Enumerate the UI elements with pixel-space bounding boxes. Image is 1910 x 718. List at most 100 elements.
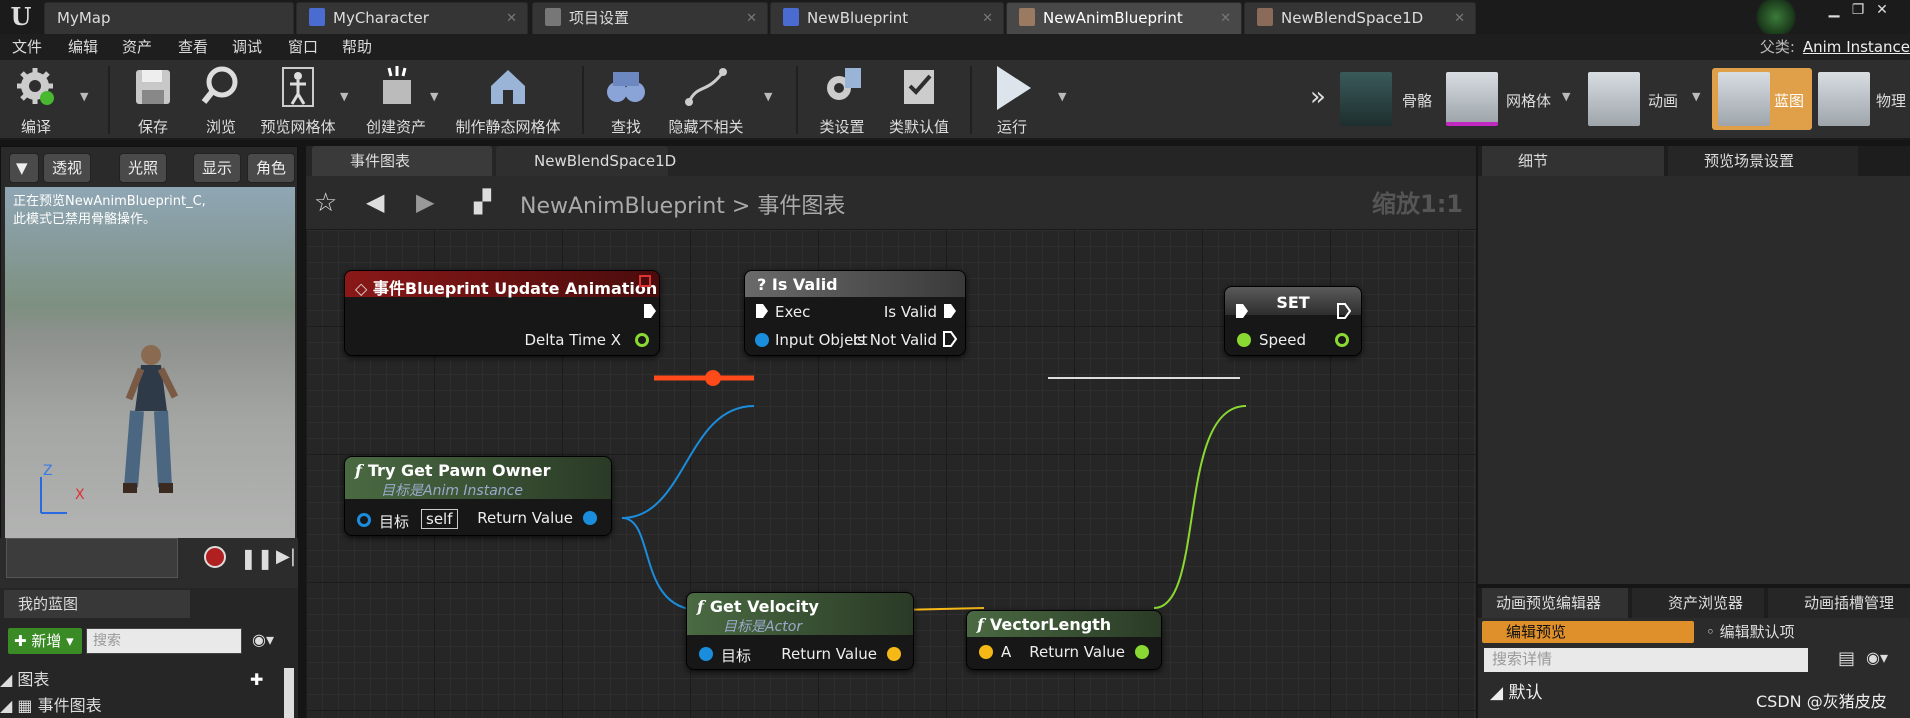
velocity-target-pin-icon[interactable]	[699, 647, 713, 661]
add-graph-icon[interactable]: ✚	[250, 668, 263, 692]
close-icon[interactable]: ✕	[1220, 3, 1231, 34]
doc-tab-project-settings[interactable]: 项目设置 ✕	[532, 2, 768, 34]
hide-unrelated-button[interactable]: 隐藏不相关	[664, 64, 748, 138]
doc-tab-newblueprint[interactable]: NewBlueprint ✕	[770, 2, 1004, 34]
close-icon[interactable]: ✕	[746, 3, 757, 34]
node-try-get-pawn-owner[interactable]: f Try Get Pawn Owner 目标是Anim Instance 目标 …	[344, 456, 612, 536]
back-arrow-icon[interactable]: ◀	[366, 188, 384, 216]
add-new-button[interactable]: ✚ 新增 ▾	[8, 628, 82, 654]
pause-icon[interactable]: ❚❚	[240, 546, 274, 570]
menu-file[interactable]: 文件	[12, 34, 42, 60]
set-exec-out-pin-icon[interactable]	[1337, 303, 1351, 319]
show-button[interactable]: 显示	[193, 153, 242, 183]
viewport-options-chevron-icon[interactable]: ▼	[9, 153, 39, 183]
close-icon[interactable]: ✕	[506, 3, 517, 34]
target-pin-icon[interactable]	[357, 513, 371, 527]
play-options-chevron-icon[interactable]: ▼	[1058, 90, 1066, 103]
close-icon[interactable]: ✕	[1454, 3, 1465, 34]
blueprint-mode-label[interactable]: 蓝图	[1774, 90, 1804, 111]
find-button[interactable]: 查找	[602, 64, 650, 138]
node-event-update-animation[interactable]: ◇ 事件Blueprint Update Animation Delta Tim…	[344, 270, 660, 356]
compile-button[interactable]: 编译	[6, 64, 66, 138]
node-vector-length[interactable]: f VectorLength A Return Value	[966, 610, 1162, 670]
preview-viewport[interactable]: ▼ 透视 光照 显示 角色 正在预览NewAnimBlueprint_C, 此模…	[0, 146, 298, 588]
create-asset-button[interactable]: 创建资产	[362, 64, 430, 138]
menu-window[interactable]: 窗口	[288, 34, 318, 60]
breadcrumb-root[interactable]: NewAnimBlueprint	[520, 194, 725, 219]
mesh-mode-thumbnail[interactable]	[1446, 72, 1498, 126]
preview-mesh-chevron-icon[interactable]: ▼	[340, 90, 348, 103]
skeleton-mode-label[interactable]: 骨骼	[1402, 90, 1432, 111]
edit-preview-radio[interactable]: 编辑预览	[1482, 621, 1694, 643]
play-button[interactable]: 运行	[984, 64, 1040, 138]
doc-tab-newanimblueprint[interactable]: NewAnimBlueprint ✕	[1006, 2, 1242, 34]
physics-mode-thumbnail[interactable]	[1818, 72, 1870, 126]
tab-asset-browser[interactable]: 资产浏览器	[1632, 588, 1764, 618]
my-blueprint-search-input[interactable]: 搜索	[86, 628, 242, 654]
return-value-pin-icon[interactable]	[583, 511, 597, 525]
visibility-eye-icon[interactable]: ◉▾	[252, 630, 274, 649]
lit-button[interactable]: 光照	[119, 153, 168, 183]
node-set-speed[interactable]: SET Speed	[1224, 286, 1362, 356]
create-asset-chevron-icon[interactable]: ▼	[430, 90, 438, 103]
blueprint-mode-thumbnail[interactable]	[1718, 72, 1770, 126]
vlen-a-pin-icon[interactable]	[979, 645, 993, 659]
preview-mesh-button[interactable]: 预览网格体	[258, 64, 338, 138]
doc-tab-mymap[interactable]: MyMap	[44, 2, 294, 34]
my-blueprint-tab[interactable]: 我的蓝图	[4, 590, 190, 618]
self-default-value[interactable]: self	[421, 509, 458, 529]
perspective-button[interactable]: 透视	[43, 153, 92, 183]
source-control-icon[interactable]	[1752, 0, 1800, 34]
is-not-valid-exec-pin-icon[interactable]	[943, 331, 957, 347]
input-object-pin-icon[interactable]	[755, 333, 769, 347]
compile-options-chevron-icon[interactable]: ▼	[80, 90, 88, 103]
close-icon[interactable]: ✕	[982, 3, 993, 34]
playback-timeline[interactable]	[6, 538, 178, 578]
doc-tab-newblendspace1d[interactable]: NewBlendSpace1D ✕	[1244, 2, 1476, 34]
viewport-scene[interactable]	[5, 187, 295, 579]
menu-asset[interactable]: 资产	[122, 34, 152, 60]
animation-mode-label[interactable]: 动画	[1648, 90, 1678, 111]
set-exec-in-pin-icon[interactable]	[1235, 303, 1249, 319]
favorite-star-icon[interactable]: ☆	[314, 188, 337, 218]
float-wire-length-speed[interactable]	[1153, 405, 1247, 609]
is-valid-exec-pin-icon[interactable]	[943, 303, 957, 319]
exec-out-pin-icon[interactable]	[643, 303, 657, 319]
mesh-mode-chevron-icon[interactable]: ▼	[1562, 90, 1570, 103]
menu-view[interactable]: 查看	[178, 34, 208, 60]
record-icon[interactable]	[204, 546, 226, 568]
unreal-logo-icon[interactable]: U	[6, 2, 36, 32]
menu-help[interactable]: 帮助	[342, 34, 372, 60]
tab-event-graph[interactable]: 事件图表	[312, 146, 492, 176]
event-graph-canvas[interactable]: ◇ 事件Blueprint Update Animation Delta Tim…	[306, 230, 1476, 718]
animation-mode-thumbnail[interactable]	[1588, 72, 1640, 126]
close-window-icon[interactable]: ✕	[1870, 2, 1894, 18]
tab-details[interactable]: 细节	[1482, 146, 1664, 176]
character-button[interactable]: 角色	[247, 153, 296, 183]
default-category[interactable]: ◢ 默认	[1484, 678, 1626, 708]
menu-edit[interactable]: 编辑	[68, 34, 98, 60]
velocity-return-pin-icon[interactable]	[887, 647, 901, 661]
browse-button[interactable]: 浏览	[196, 64, 246, 138]
delta-time-pin-icon[interactable]	[635, 333, 649, 347]
doc-tab-mycharacter[interactable]: MyCharacter ✕	[296, 2, 528, 34]
class-defaults-button[interactable]: 类默认值	[884, 64, 954, 138]
node-get-velocity[interactable]: f Get Velocity 目标是Actor 目标 Return Value	[686, 592, 914, 670]
tree-item-graphs[interactable]: ◢ 图表 ✚	[0, 668, 284, 692]
minimize-icon[interactable]: ▁	[1822, 2, 1846, 18]
mesh-mode-label[interactable]: 网格体	[1506, 90, 1551, 111]
forward-arrow-icon[interactable]: ▶	[416, 188, 434, 216]
hide-unrelated-chevron-icon[interactable]: ▼	[764, 90, 772, 103]
speed-in-pin-icon[interactable]	[1237, 333, 1251, 347]
details-search-input[interactable]: 搜索详情	[1484, 648, 1808, 672]
physics-mode-label[interactable]: 物理	[1876, 90, 1906, 111]
tab-newblendspace1d[interactable]: NewBlendSpace1D	[496, 146, 676, 176]
parent-class-link[interactable]: Anim Instance	[1803, 38, 1910, 56]
visibility-eye-icon[interactable]: ◉▾	[1866, 648, 1888, 667]
node-is-valid[interactable]: ? Is Valid Exec Is Valid Input Object Is…	[744, 270, 966, 356]
vlen-return-pin-icon[interactable]	[1135, 645, 1149, 659]
edit-defaults-radio[interactable]: ◦ 编辑默认项	[1706, 621, 1795, 643]
animation-mode-chevron-icon[interactable]: ▼	[1692, 90, 1700, 103]
tree-scrollbar[interactable]	[284, 668, 294, 718]
skeleton-mode-thumbnail[interactable]	[1340, 72, 1392, 126]
